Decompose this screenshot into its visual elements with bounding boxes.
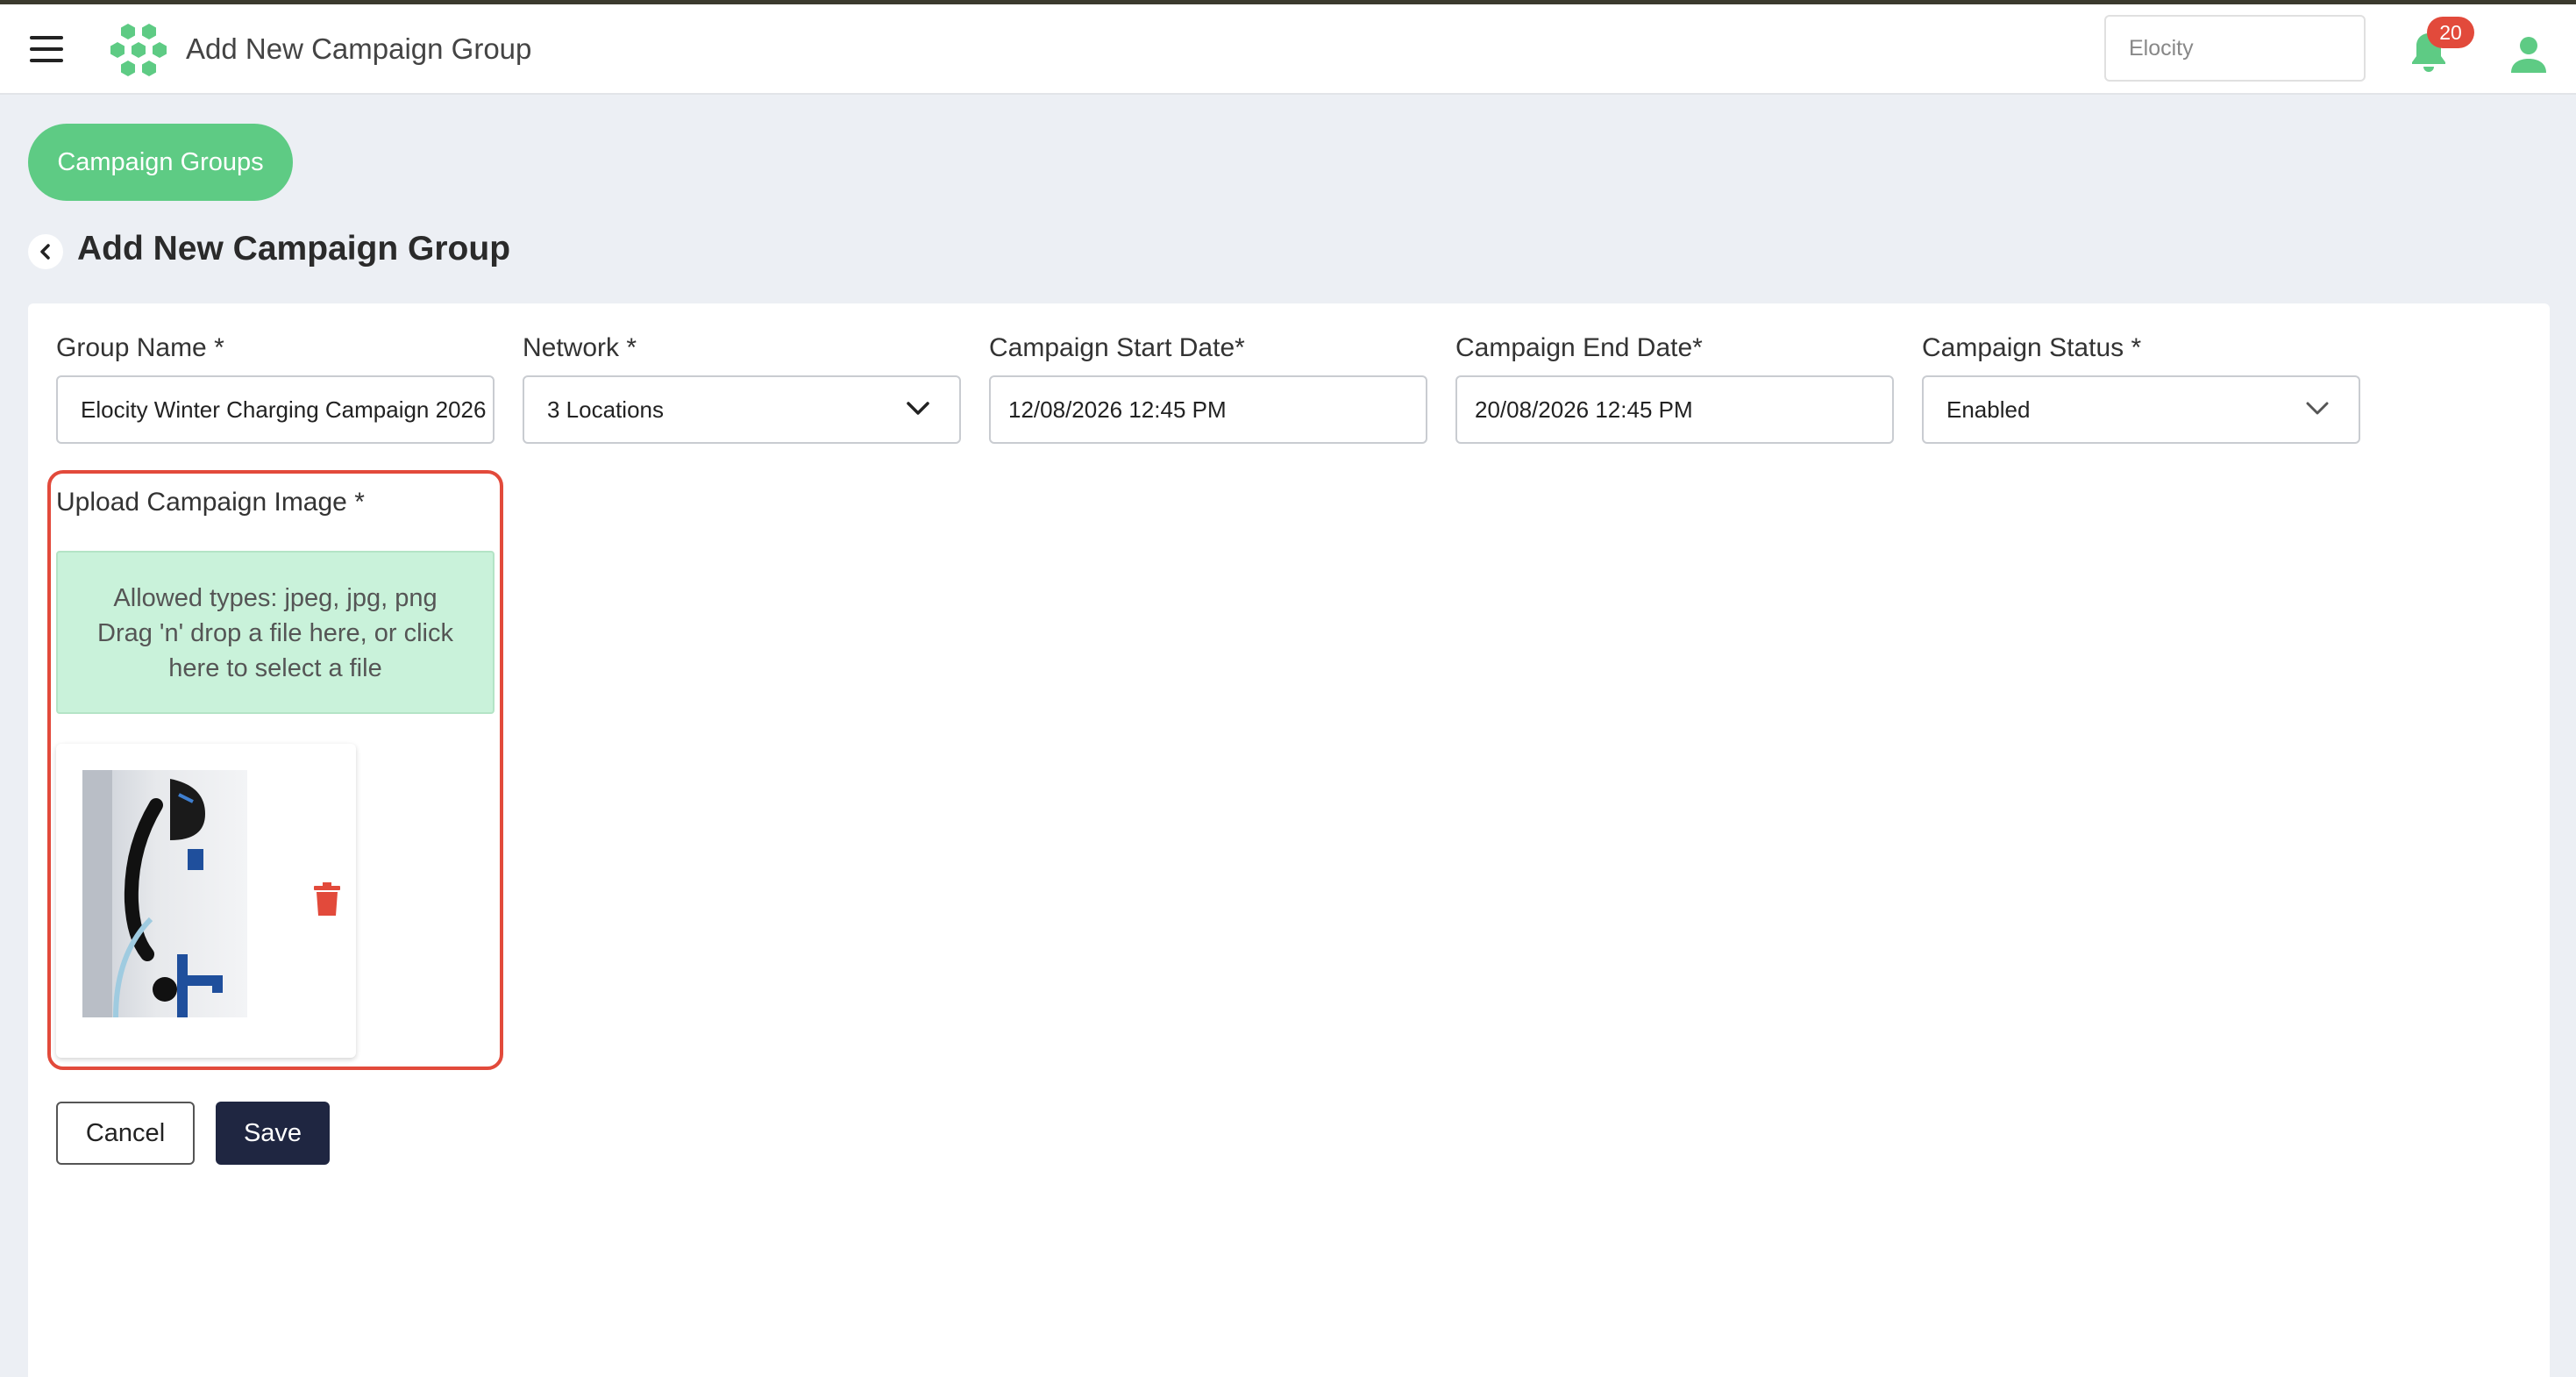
network-value: 3 Locations	[547, 396, 664, 423]
network-select[interactable]: 3 Locations	[523, 375, 961, 444]
user-icon[interactable]	[2509, 36, 2548, 73]
dropzone-hint-select: here to select a file	[168, 654, 382, 682]
back-button[interactable]	[28, 234, 63, 269]
status-select[interactable]: Enabled	[1922, 375, 2360, 444]
cancel-button[interactable]: Cancel	[56, 1102, 195, 1165]
network-label: Network *	[523, 333, 637, 362]
app-title: Add New Campaign Group	[186, 32, 532, 65]
chevron-down-icon	[907, 402, 929, 415]
end-date-label: Campaign End Date*	[1455, 333, 1703, 362]
dropzone-hint-drag: Drag 'n' drop a file here, or click	[97, 619, 453, 647]
image-preview-card	[56, 744, 356, 1058]
chevron-left-icon	[40, 244, 50, 260]
company-selector[interactable]: Elocity	[2104, 15, 2366, 82]
upload-dropzone[interactable]: Allowed types: jpeg, jpg, png Drag 'n' d…	[56, 551, 495, 714]
campaign-image-thumbnail	[82, 770, 247, 1017]
notification-badge: 20	[2427, 17, 2474, 48]
upload-label: Upload Campaign Image *	[56, 488, 365, 517]
start-date-input[interactable]: 12/08/2026 12:45 PM	[989, 375, 1427, 444]
start-date-label: Campaign Start Date*	[989, 333, 1245, 362]
menu-icon[interactable]	[30, 36, 65, 62]
campaign-groups-breadcrumb[interactable]: Campaign Groups	[28, 124, 293, 201]
dropzone-hint-types: Allowed types: jpeg, jpg, png	[113, 584, 438, 612]
trash-icon[interactable]	[314, 882, 340, 916]
end-date-input[interactable]: 20/08/2026 12:45 PM	[1455, 375, 1894, 444]
save-button[interactable]: Save	[216, 1102, 330, 1165]
page-title: Add New Campaign Group	[77, 230, 511, 268]
group-name-label: Group Name *	[56, 333, 224, 362]
status-label: Campaign Status *	[1922, 333, 2142, 362]
status-value: Enabled	[1946, 396, 2031, 423]
chevron-down-icon	[2306, 402, 2329, 415]
top-bar: Add New Campaign Group Elocity 20	[0, 4, 2576, 95]
group-name-input[interactable]: Elocity Winter Charging Campaign 2026	[56, 375, 495, 444]
logo-icon	[110, 24, 167, 76]
